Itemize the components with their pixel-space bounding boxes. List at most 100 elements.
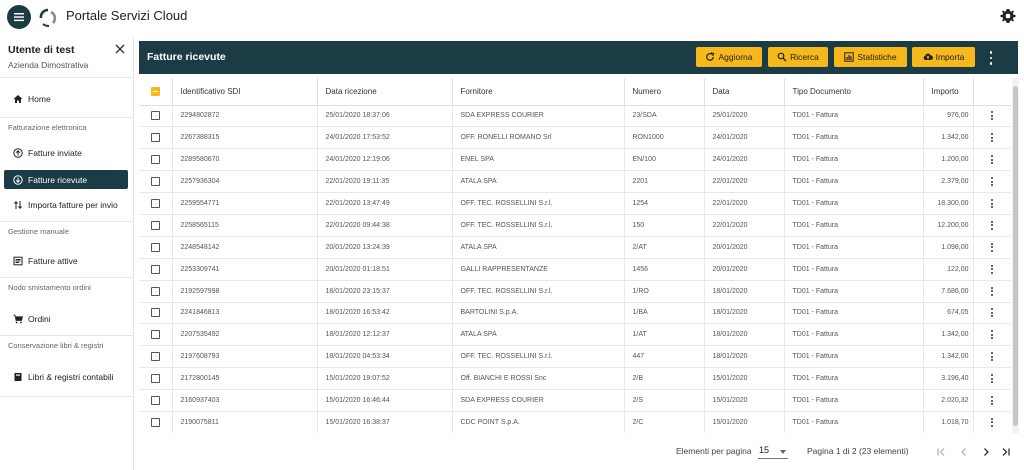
table-row[interactable]: 2259554771 22/01/2020 13:47:49 OFF. TEC. R… — [139, 192, 1011, 215]
row-checkbox[interactable] — [139, 389, 173, 412]
last-page-icon[interactable] — [999, 445, 1013, 459]
header-numero[interactable]: Numero — [624, 78, 705, 106]
more-vert-icon[interactable] — [988, 308, 996, 318]
table-row[interactable]: 2172800145 15/01/2020 19:07:52 Off. BIANCH… — [139, 367, 1011, 391]
row-actions-button[interactable] — [973, 214, 1011, 237]
row-actions-button[interactable] — [973, 367, 1011, 391]
checkbox[interactable] — [150, 396, 160, 406]
checkbox[interactable] — [150, 374, 160, 384]
table-row[interactable]: 2253309741 20/01/2020 01:18:51 GALLI RAPPR… — [139, 258, 1011, 281]
row-actions-button[interactable] — [973, 323, 1011, 347]
more-vert-icon[interactable] — [984, 50, 998, 66]
table-row[interactable]: 2248548142 20/01/2020 13:24:39 ATALA SPA 2/… — [139, 236, 1011, 259]
more-vert-icon[interactable] — [988, 242, 996, 252]
checkbox[interactable] — [150, 133, 160, 143]
row-actions-button[interactable] — [973, 148, 1011, 172]
first-page-icon[interactable] — [934, 445, 948, 459]
checkbox[interactable] — [150, 417, 160, 427]
more-vert-icon[interactable] — [988, 111, 996, 121]
menu-button[interactable] — [7, 5, 31, 29]
checkbox[interactable] — [150, 242, 160, 252]
checkbox[interactable] — [150, 286, 160, 296]
checkbox[interactable] — [150, 177, 160, 187]
sidebar-item-fatture-ricevute[interactable]: Fatture ricevute — [4, 170, 128, 189]
more-vert-icon[interactable] — [988, 330, 996, 340]
row-checkbox[interactable] — [139, 192, 173, 215]
row-checkbox[interactable] — [139, 345, 173, 369]
row-checkbox[interactable] — [139, 258, 173, 281]
table-row[interactable]: 2207535492 18/01/2020 12:12:37 ATALA SPA 1/… — [139, 323, 1011, 347]
more-vert-icon[interactable] — [988, 220, 996, 230]
ricerca-button[interactable]: Ricerca — [768, 47, 828, 67]
checkbox[interactable] — [150, 199, 160, 208]
row-actions-button[interactable] — [973, 236, 1011, 259]
select-all-checkbox[interactable] — [139, 78, 173, 106]
sidebar-item-fatture-attive[interactable]: Fatture attive — [0, 248, 133, 274]
more-vert-icon[interactable] — [988, 374, 996, 384]
row-actions-button[interactable] — [973, 345, 1011, 369]
checkbox[interactable] — [150, 264, 160, 274]
row-checkbox[interactable] — [139, 214, 173, 237]
row-actions-button[interactable] — [973, 389, 1011, 412]
gear-icon[interactable] — [1000, 8, 1016, 24]
row-checkbox[interactable] — [139, 126, 173, 150]
more-vert-icon[interactable] — [988, 396, 996, 406]
row-actions-button[interactable] — [973, 126, 1011, 150]
importa-button[interactable]: Importa — [912, 47, 975, 67]
row-checkbox[interactable] — [139, 236, 173, 259]
row-checkbox[interactable] — [139, 105, 173, 128]
header-tipo-documento[interactable]: Tipo Documento — [784, 78, 924, 106]
row-checkbox[interactable] — [139, 148, 173, 172]
sidebar-item-importa-fatture[interactable]: Importa fatture per invio — [0, 192, 133, 218]
checkbox[interactable] — [150, 308, 160, 318]
table-row[interactable]: 2257936304 22/01/2020 19:11:35 ATALA SPA 22… — [139, 170, 1011, 194]
row-checkbox[interactable] — [139, 323, 173, 347]
header-importo[interactable]: Importo — [923, 78, 974, 106]
checkbox[interactable] — [150, 111, 160, 121]
header-data[interactable]: Data — [704, 78, 785, 106]
table-row[interactable]: 2241846813 18/01/2020 16:53:42 BARTOLINI S… — [139, 302, 1011, 325]
aggiorna-button[interactable]: Aggiorna — [696, 47, 762, 67]
table-row[interactable]: 2160937403 15/01/2020 16:46:44 SDA EXPRESS… — [139, 389, 1011, 412]
row-actions-button[interactable] — [973, 411, 1011, 433]
row-actions-button[interactable] — [973, 170, 1011, 194]
table-row[interactable]: 2294802872 25/01/2020 18:37:06 SDA EXPRESS… — [139, 105, 1011, 128]
table-row[interactable]: 2267388315 24/01/2020 17:53:52 OFF. RONELL… — [139, 126, 1011, 150]
row-checkbox[interactable] — [139, 280, 173, 303]
row-actions-button[interactable] — [973, 192, 1011, 215]
chevron-left-icon[interactable] — [957, 445, 971, 459]
more-vert-icon[interactable] — [988, 417, 996, 427]
table-row[interactable]: 2190075811 15/01/2020 16:38:37 CDC POINT S… — [139, 411, 1011, 433]
checkbox[interactable] — [150, 220, 160, 230]
table-row[interactable]: 2197608793 18/01/2020 04:53:34 OFF. TEC. R… — [139, 345, 1011, 369]
checkbox[interactable] — [150, 352, 160, 362]
row-actions-button[interactable] — [973, 258, 1011, 281]
row-actions-button[interactable] — [973, 105, 1011, 128]
table-row[interactable]: 2289580670 24/01/2020 12:19:06 ENEL SPA EN/… — [139, 148, 1011, 172]
more-vert-icon[interactable] — [988, 286, 996, 296]
close-icon[interactable] — [115, 44, 125, 54]
more-vert-icon[interactable] — [988, 133, 996, 143]
row-checkbox[interactable] — [139, 170, 173, 194]
header-fornitore[interactable]: Fornitore — [452, 78, 625, 106]
more-vert-icon[interactable] — [988, 264, 996, 274]
more-vert-icon[interactable] — [988, 199, 996, 208]
row-actions-button[interactable] — [973, 280, 1011, 303]
checkbox[interactable] — [150, 155, 160, 165]
sidebar-item-home[interactable]: Home — [0, 86, 133, 112]
chevron-right-icon[interactable] — [979, 445, 993, 459]
scrollbar[interactable] — [1012, 78, 1019, 433]
more-vert-icon[interactable] — [988, 177, 996, 187]
more-vert-icon[interactable] — [988, 352, 996, 362]
row-checkbox[interactable] — [139, 411, 173, 433]
checkbox[interactable] — [150, 330, 160, 340]
sidebar-item-ordini[interactable]: Ordini — [0, 306, 133, 332]
table-row[interactable]: 2192597998 18/01/2020 23:15:37 OFF. TEC. R… — [139, 280, 1011, 303]
scrollbar-thumb[interactable] — [1013, 86, 1018, 426]
row-checkbox[interactable] — [139, 367, 173, 391]
row-actions-button[interactable] — [973, 302, 1011, 325]
table-row[interactable]: 2258565115 22/01/2020 09:44:38 OFF. TEC. R… — [139, 214, 1011, 237]
header-identificativo[interactable]: Identificativo SDI — [172, 78, 318, 106]
header-data-ricezione[interactable]: Data ricezione — [317, 78, 453, 106]
sidebar-item-libri[interactable]: Libri & registri contabili — [0, 364, 133, 390]
